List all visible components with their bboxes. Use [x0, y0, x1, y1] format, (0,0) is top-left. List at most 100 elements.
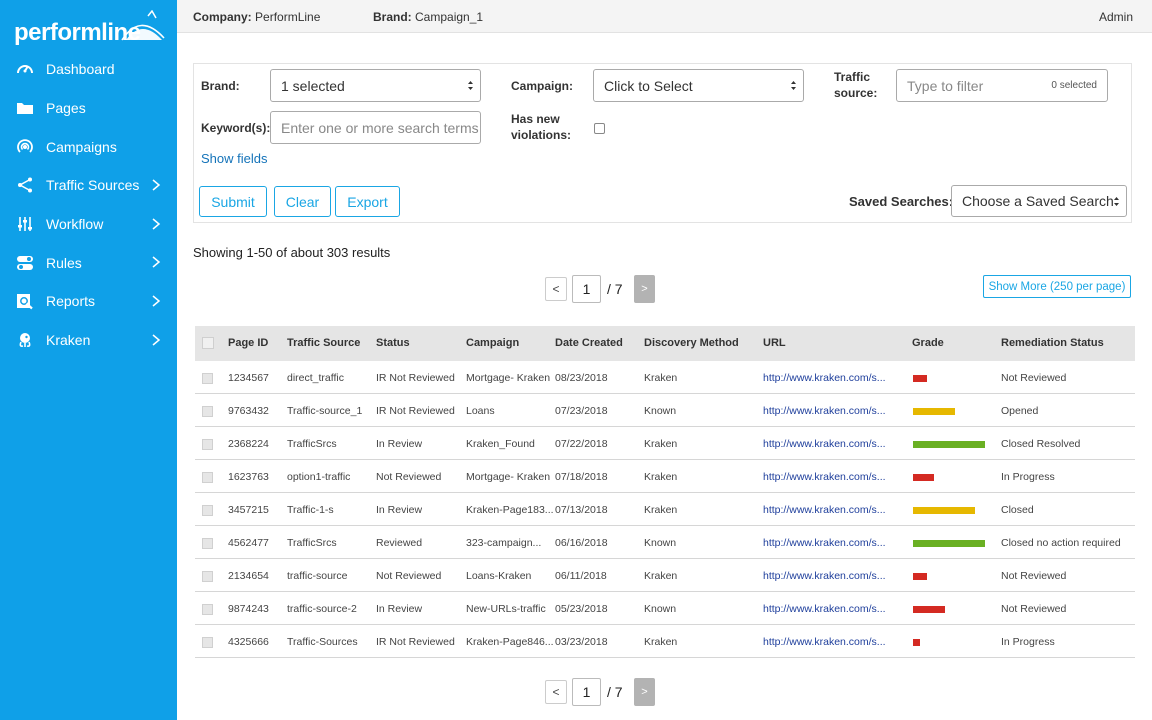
logo-swoosh-icon — [121, 10, 165, 41]
chevron-right-icon — [152, 334, 161, 346]
traffic-label-line2: source: — [834, 86, 878, 100]
next-page-button[interactable]: > — [634, 678, 655, 706]
saved-search-select[interactable]: Choose a Saved Search — [951, 185, 1127, 217]
row-checkbox[interactable] — [202, 373, 213, 384]
column-header-date-created[interactable]: Date Created — [555, 337, 623, 349]
discovery-method-cell: Known — [644, 603, 677, 615]
url-link[interactable]: http://www.kraken.com/s... — [763, 405, 886, 417]
url-link[interactable]: http://www.kraken.com/s... — [763, 603, 886, 615]
show-more-button[interactable]: Show More (250 per page) — [983, 275, 1131, 298]
gauge-icon — [15, 59, 35, 79]
grade-bar — [913, 408, 955, 415]
column-header-traffic-source[interactable]: Traffic Source — [287, 337, 360, 349]
sidebar-item-campaigns[interactable]: Campaigns — [0, 127, 177, 166]
page-id-cell: 4325666 — [228, 636, 269, 648]
row-checkbox[interactable] — [202, 505, 213, 516]
url-link[interactable]: http://www.kraken.com/s... — [763, 438, 886, 450]
traffic-source-cell: option1-traffic — [287, 471, 351, 483]
chevron-right-icon — [152, 179, 161, 191]
pagination-bottom: < 1 / 7 > — [545, 678, 657, 706]
show-fields-link[interactable]: Show fields — [201, 151, 267, 166]
url-link[interactable]: http://www.kraken.com/s... — [763, 537, 886, 549]
table-row[interactable]: 1234567 direct_traffic IR Not Reviewed Mort… — [195, 361, 1135, 394]
page-number-input[interactable]: 1 — [572, 275, 601, 303]
sidebar-item-dashboard[interactable]: Dashboard — [0, 50, 177, 89]
sidebar-item-rules[interactable]: Rules — [0, 243, 177, 282]
row-checkbox[interactable] — [202, 439, 213, 450]
prev-page-button[interactable]: < — [545, 680, 567, 704]
discovery-method-cell: Kraken — [644, 570, 678, 582]
row-checkbox[interactable] — [202, 604, 213, 615]
grade-bar — [913, 474, 934, 481]
table-row[interactable]: 9874243 traffic-source-2 In Review New-URLs… — [195, 592, 1135, 625]
column-header-page-id[interactable]: Page ID — [228, 337, 268, 349]
url-link[interactable]: http://www.kraken.com/s... — [763, 570, 886, 582]
row-checkbox[interactable] — [202, 406, 213, 417]
results-count: Showing 1-50 of about 303 results — [193, 245, 391, 260]
page-id-cell: 9763432 — [228, 405, 269, 417]
url-link[interactable]: http://www.kraken.com/s... — [763, 372, 886, 384]
clear-button[interactable]: Clear — [274, 186, 331, 217]
column-header-grade[interactable]: Grade — [912, 337, 944, 349]
remediation-status-cell: Closed — [1001, 504, 1034, 516]
row-checkbox[interactable] — [202, 472, 213, 483]
select-all-checkbox[interactable] — [202, 337, 214, 349]
table-row[interactable]: 2368224 TrafficSrcs In Review Kraken_Found 0… — [195, 427, 1135, 460]
table-row[interactable]: 4562477 TrafficSrcs Reviewed 323-campaign..… — [195, 526, 1135, 559]
row-checkbox[interactable] — [202, 637, 213, 648]
page-number-input[interactable]: 1 — [572, 678, 601, 706]
page-id-cell: 9874243 — [228, 603, 269, 615]
export-button[interactable]: Export — [335, 186, 400, 217]
page-id-cell: 2134654 — [228, 570, 269, 582]
next-page-button[interactable]: > — [634, 275, 655, 303]
remediation-status-cell: Not Reviewed — [1001, 603, 1067, 615]
prev-page-button[interactable]: < — [545, 277, 567, 301]
remediation-status-cell: Closed no action required — [1001, 537, 1121, 549]
table-row[interactable]: 3457215 Traffic-1-s In Review Kraken-Page18… — [195, 493, 1135, 526]
traffic-source-filter-input[interactable]: Type to filter 0 selected — [896, 69, 1108, 102]
pagination-top: < 1 / 7 > — [545, 275, 657, 303]
has-new-violations-checkbox[interactable] — [594, 123, 605, 134]
grade-bar — [913, 540, 985, 547]
submit-button[interactable]: Submit — [199, 186, 267, 217]
column-header-discovery-method[interactable]: Discovery Method — [644, 337, 739, 349]
table-row[interactable]: 2134654 traffic-source Not Reviewed Loans-K… — [195, 559, 1135, 592]
sidebar-item-traffic-sources[interactable]: Traffic Sources — [0, 166, 177, 205]
campaign-select[interactable]: Click to Select — [593, 69, 804, 102]
row-checkbox[interactable] — [202, 538, 213, 549]
table-row[interactable]: 1623763 option1-traffic Not Reviewed Mortga… — [195, 460, 1135, 493]
traffic-source-cell: TrafficSrcs — [287, 537, 337, 549]
chevron-right-icon — [152, 256, 161, 269]
campaign-cell: Loans — [466, 405, 495, 417]
keyword-input[interactable]: Enter one or more search terms — [270, 111, 481, 144]
status-cell: In Review — [376, 504, 423, 516]
discovery-method-cell: Known — [644, 405, 677, 417]
page-id-cell: 1234567 — [228, 372, 269, 384]
sidebar-item-pages[interactable]: Pages — [0, 89, 177, 128]
row-checkbox[interactable] — [202, 571, 213, 582]
grade-bar — [913, 573, 927, 580]
column-header-campaign[interactable]: Campaign — [466, 337, 519, 349]
performline-logo[interactable]: performline — [14, 10, 165, 46]
sidebar-item-reports[interactable]: Reports — [0, 282, 177, 321]
sidebar-item-workflow[interactable]: Workflow — [0, 205, 177, 244]
table-row[interactable]: 9763432 Traffic-source_1 IR Not Reviewed Lo… — [195, 394, 1135, 427]
user-menu[interactable]: Admin — [1099, 10, 1133, 24]
traffic-label-line1: Traffic — [834, 70, 871, 84]
table-body: 1234567 direct_traffic IR Not Reviewed Mort… — [195, 361, 1135, 658]
sidebar: performline Dashboard Pages Campaigns Traff… — [0, 0, 177, 720]
date-created-cell: 03/23/2018 — [555, 636, 608, 648]
campaign-cell: New-URLs-traffic — [466, 603, 546, 615]
sliders-icon — [15, 214, 35, 234]
column-header-remediation-status[interactable]: Remediation Status — [1001, 337, 1104, 349]
brand-select[interactable]: 1 selected — [270, 69, 481, 102]
url-link[interactable]: http://www.kraken.com/s... — [763, 636, 886, 648]
url-link[interactable]: http://www.kraken.com/s... — [763, 471, 886, 483]
column-header-url[interactable]: URL — [763, 337, 786, 349]
discovery-method-cell: Kraken — [644, 471, 678, 483]
column-header-status[interactable]: Status — [376, 337, 410, 349]
sidebar-item-kraken[interactable]: Kraken — [0, 321, 177, 360]
table-row[interactable]: 4325666 Traffic-Sources IR Not Reviewed Kra… — [195, 625, 1135, 658]
traffic-source-cell: traffic-source — [287, 570, 348, 582]
url-link[interactable]: http://www.kraken.com/s... — [763, 504, 886, 516]
